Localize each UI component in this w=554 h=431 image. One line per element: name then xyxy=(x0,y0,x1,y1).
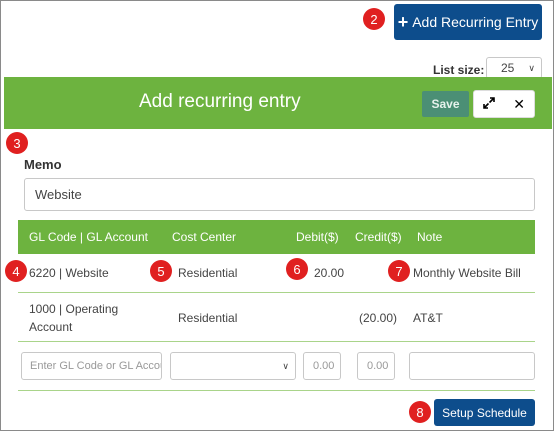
save-button[interactable]: Save xyxy=(422,91,469,117)
row-note: AT&T xyxy=(413,311,443,325)
row-gl: 6220 | Website xyxy=(29,266,109,280)
row-gl-line2: Account xyxy=(29,320,73,334)
callout-badge-7: 7 xyxy=(388,260,410,282)
chevron-down-icon: ∨ xyxy=(282,360,289,371)
table-row[interactable]: 6220 | Website Residential 20.00 Monthly… xyxy=(18,254,535,292)
list-size-label: List size: xyxy=(433,63,485,77)
table-header: GL Code | GL Account Cost Center Debit($… xyxy=(18,220,535,254)
gl-code-placeholder: Enter GL Code or GL Account xyxy=(30,360,162,372)
plus-icon: + xyxy=(397,12,409,32)
table-row[interactable]: 1000 | Operating Account Residential (20… xyxy=(18,293,535,341)
row-debit: 20.00 xyxy=(314,266,345,280)
callout-badge-8: 8 xyxy=(409,401,431,423)
callout-badge-4: 4 xyxy=(5,260,27,282)
row-divider xyxy=(18,390,535,391)
list-size-value: 25 xyxy=(501,61,515,75)
chevron-down-icon: ∨ xyxy=(528,62,535,73)
cost-center-select[interactable]: ∨ xyxy=(170,352,296,380)
memo-input[interactable]: Website xyxy=(24,178,535,211)
debit-placeholder: 0.00 xyxy=(313,360,335,372)
screenshot-frame: + Add Recurring Entry 2 List size: 25 ∨ … xyxy=(0,0,554,431)
debit-input[interactable]: 0.00 xyxy=(303,352,341,380)
callout-badge-5: 5 xyxy=(150,260,172,282)
row-credit: (20.00) xyxy=(359,311,398,325)
column-header-note: Note xyxy=(417,230,443,244)
callout-badge-2: 2 xyxy=(363,8,385,30)
column-header-debit: Debit($) xyxy=(296,230,339,244)
window-controls: ✕ xyxy=(473,90,535,118)
close-icon[interactable]: ✕ xyxy=(513,96,525,113)
column-header-credit: Credit($) xyxy=(355,230,402,244)
row-cost-center: Residential xyxy=(178,266,238,280)
setup-schedule-button[interactable]: Setup Schedule xyxy=(434,399,535,426)
memo-label: Memo xyxy=(24,157,62,172)
modal-title: Add recurring entry xyxy=(139,91,301,112)
callout-badge-3: 3 xyxy=(6,132,28,154)
gl-code-input[interactable]: Enter GL Code or GL Account xyxy=(21,352,162,380)
list-size-select[interactable]: 25 ∨ xyxy=(486,57,542,79)
note-input[interactable] xyxy=(409,352,535,380)
memo-value: Website xyxy=(35,187,82,202)
column-header-gl: GL Code | GL Account xyxy=(29,230,148,244)
callout-badge-6: 6 xyxy=(286,258,308,280)
add-recurring-entry-label: Add Recurring Entry xyxy=(412,14,539,30)
row-cost-center: Residential xyxy=(178,311,238,325)
add-recurring-entry-button[interactable]: + Add Recurring Entry xyxy=(394,4,542,40)
modal-header: Add recurring entry Save ✕ xyxy=(4,77,552,129)
row-gl: 1000 | Operating xyxy=(29,302,119,316)
credit-input[interactable]: 0.00 xyxy=(357,352,395,380)
column-header-cost-center: Cost Center xyxy=(172,230,237,244)
row-note: Monthly Website Bill xyxy=(413,266,521,280)
row-divider xyxy=(18,341,535,342)
expand-icon[interactable] xyxy=(483,96,495,112)
credit-placeholder: 0.00 xyxy=(367,360,389,372)
